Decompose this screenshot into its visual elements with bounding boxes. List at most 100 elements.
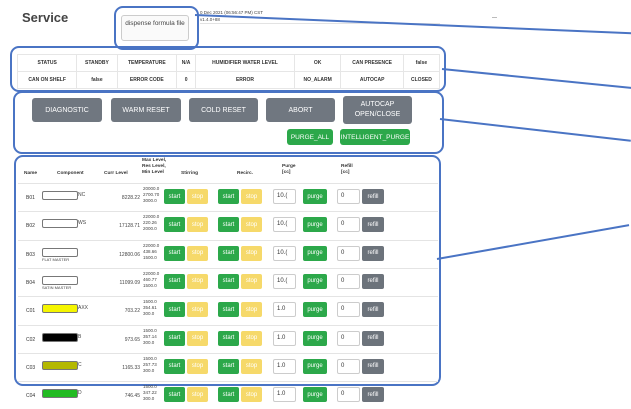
stirring-stop-button[interactable]: stop <box>187 330 208 346</box>
purge-button[interactable]: purge <box>303 189 327 204</box>
temperature-label: TEMPERATURE <box>116 54 178 72</box>
purge-button[interactable]: purge <box>303 245 327 261</box>
purge-all-button[interactable]: PURGE_ALL <box>287 129 333 145</box>
cold-reset-button[interactable]: COLD RESET <box>189 98 258 122</box>
recirc-start-button[interactable]: start <box>218 273 239 289</box>
refill-amount-input[interactable]: 0 <box>337 217 360 233</box>
callout-line-1 <box>194 14 631 35</box>
autocap-open-close-button[interactable]: AUTOCAP OPEN/CLOSE <box>343 96 412 124</box>
page-title: Service <box>22 10 69 25</box>
recirc-start-button[interactable]: start <box>218 358 239 374</box>
refill-button[interactable]: refill <box>362 245 384 261</box>
purge-amount-input[interactable]: 10.( <box>273 217 296 233</box>
purge-button[interactable]: purge <box>303 330 327 346</box>
min-level: 300.0 <box>143 311 155 317</box>
stirring-start-button[interactable]: start <box>164 189 185 204</box>
can-presence-value: false <box>402 54 441 72</box>
stirring-start-button[interactable]: start <box>164 330 185 346</box>
recirc-stop-button[interactable]: stop <box>241 358 262 374</box>
recirc-stop-button[interactable]: stop <box>241 217 262 233</box>
refill-button[interactable]: refill <box>362 273 384 289</box>
recirc-start-button[interactable]: start <box>218 330 239 346</box>
col-purge: Purge [cc] <box>282 164 296 176</box>
purge-amount-input[interactable]: 1.0 <box>273 387 296 403</box>
refill-amount-input[interactable]: 0 <box>337 358 360 374</box>
col-levels: Max Level, Res Level, Min Level <box>142 158 166 176</box>
current-level: 17128.71 <box>119 223 140 230</box>
recirc-stop-button[interactable]: stop <box>241 189 262 204</box>
row-name: C03 <box>26 364 36 371</box>
status-row-1: STATUS STANDBY TEMPERATURE N/A HUMIDIFIE… <box>16 54 441 72</box>
purge-button[interactable]: purge <box>303 217 327 233</box>
stirring-start-button[interactable]: start <box>164 245 185 261</box>
diagnostic-button[interactable]: DIAGNOSTIC <box>32 98 102 122</box>
refill-amount-input[interactable]: 0 <box>337 330 360 346</box>
refill-amount-input[interactable]: 0 <box>337 273 360 289</box>
purge-amount-input[interactable]: 10.( <box>273 189 296 204</box>
refill-button[interactable]: refill <box>362 302 384 318</box>
recirc-stop-button[interactable]: stop <box>241 245 262 261</box>
recirc-stop-button[interactable]: stop <box>241 330 262 346</box>
refill-amount-input[interactable]: 0 <box>337 189 360 204</box>
warm-reset-button[interactable]: WARM RESET <box>111 98 181 122</box>
temperature-value: N/A <box>176 54 197 72</box>
refill-button[interactable]: refill <box>362 358 384 374</box>
stirring-start-button[interactable]: start <box>164 302 185 318</box>
recirc-stop-button[interactable]: stop <box>241 273 262 289</box>
res-level: 460.77 <box>143 276 157 282</box>
refill-button[interactable]: refill <box>362 387 384 403</box>
component-subtitle: SATIN MASTER <box>42 284 72 290</box>
col-stirring: Stirring <box>181 171 199 176</box>
header-dash <box>492 17 497 18</box>
recirc-start-button[interactable]: start <box>218 387 239 403</box>
purge-amount-input[interactable]: 10.( <box>273 273 296 289</box>
stirring-start-button[interactable]: start <box>164 358 185 374</box>
purge-amount-input[interactable]: 1.0 <box>273 358 296 374</box>
recirc-stop-button[interactable]: stop <box>241 302 262 318</box>
table-row: B02 WS 17128.71 22000.0 220.26 2000.0 start sto… <box>18 211 438 239</box>
row-divider <box>18 239 438 241</box>
purge-button[interactable]: purge <box>303 273 327 289</box>
purge-button[interactable]: purge <box>303 302 327 318</box>
row-name: C01 <box>26 308 36 315</box>
min-level: 300.0 <box>143 339 155 345</box>
status-value: STANDBY <box>76 54 118 72</box>
stirring-stop-button[interactable]: stop <box>187 217 208 233</box>
stirring-start-button[interactable]: start <box>164 273 185 289</box>
refill-amount-input[interactable]: 0 <box>337 245 360 261</box>
recirc-start-button[interactable]: start <box>218 245 239 261</box>
component-code: B <box>78 333 82 340</box>
row-divider <box>18 211 438 213</box>
purge-amount-input[interactable]: 10.( <box>273 245 296 261</box>
stirring-stop-button[interactable]: stop <box>187 358 208 374</box>
purge-amount-input[interactable]: 1.0 <box>273 330 296 346</box>
stirring-start-button[interactable]: start <box>164 387 185 403</box>
max-level: 22000.0 <box>143 270 160 276</box>
recirc-start-button[interactable]: start <box>218 302 239 318</box>
purge-button[interactable]: purge <box>303 358 327 374</box>
recirc-stop-button[interactable]: stop <box>241 387 262 403</box>
recirc-start-button[interactable]: start <box>218 217 239 233</box>
col-refill: Refill [cc] <box>341 164 353 176</box>
stirring-stop-button[interactable]: stop <box>187 387 208 403</box>
col-levels-min: Min Level <box>142 170 164 175</box>
stirring-stop-button[interactable]: stop <box>187 302 208 318</box>
refill-button[interactable]: refill <box>362 330 384 346</box>
purge-button[interactable]: purge <box>303 387 327 403</box>
stirring-start-button[interactable]: start <box>164 217 185 233</box>
refill-amount-input[interactable]: 0 <box>337 302 360 318</box>
recirc-start-button[interactable]: start <box>218 189 239 204</box>
purge-amount-input[interactable]: 1.0 <box>273 302 296 318</box>
abort-button[interactable]: ABORT <box>266 98 335 122</box>
status-row-2: CAN ON SHELF false ERROR CODE 0 ERROR NO… <box>16 71 441 89</box>
stirring-stop-button[interactable]: stop <box>187 245 208 261</box>
autocap-label: AUTOCAP <box>340 71 404 89</box>
stirring-stop-button[interactable]: stop <box>187 273 208 289</box>
stirring-stop-button[interactable]: stop <box>187 189 208 204</box>
max-level: 1500.0 <box>143 355 157 361</box>
refill-amount-input[interactable]: 0 <box>337 387 360 403</box>
status-table: STATUS STANDBY TEMPERATURE N/A HUMIDIFIE… <box>16 54 441 89</box>
intelligent-purge-button[interactable]: INTELLIGENT_PURGE <box>340 129 410 145</box>
refill-button[interactable]: refill <box>362 189 384 204</box>
refill-button[interactable]: refill <box>362 217 384 233</box>
